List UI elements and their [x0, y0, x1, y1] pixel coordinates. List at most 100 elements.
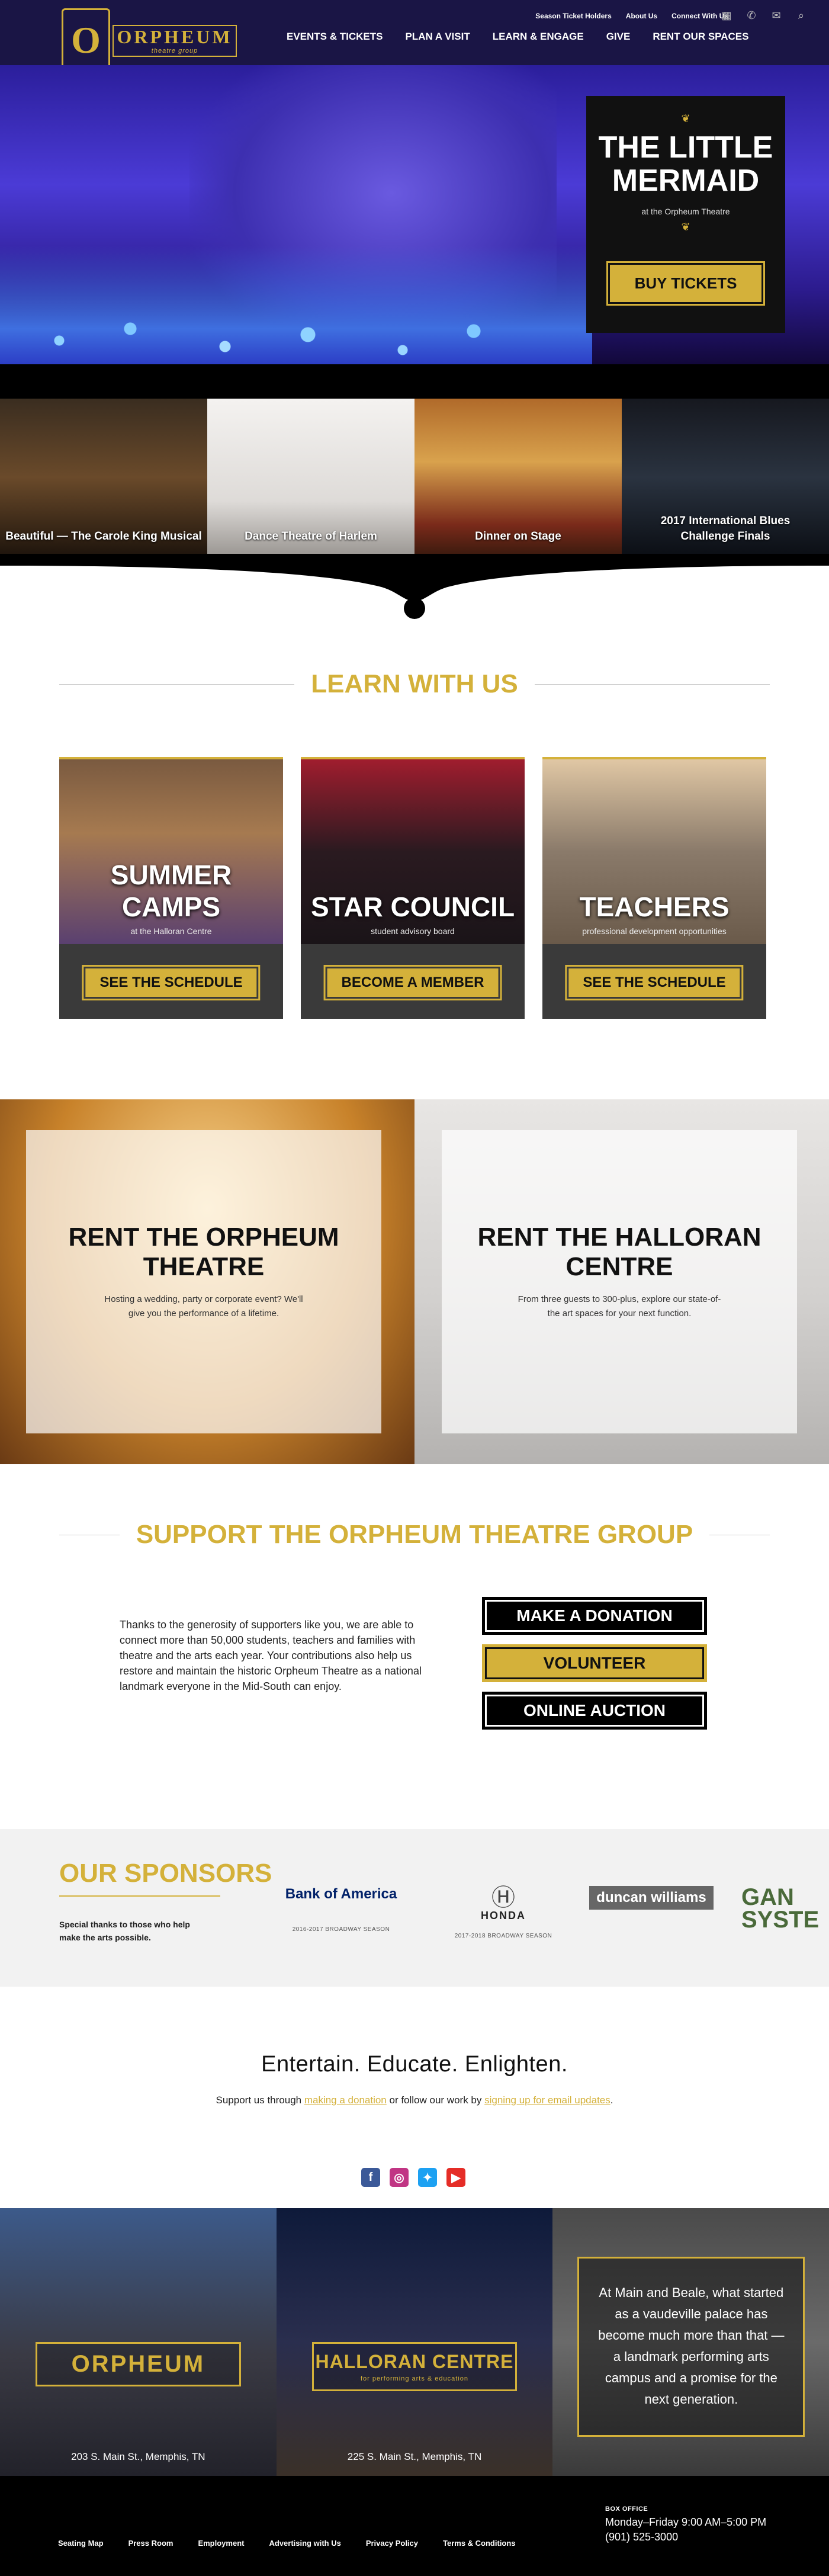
support-buttons: MAKE A DONATION VOLUNTEER ONLINE AUCTION — [482, 1597, 707, 1730]
rent-section: RENT THE ORPHEUM THEATRE Hosting a weddi… — [0, 1099, 829, 1464]
see-schedule-button[interactable]: SEE THE SCHEDULE — [565, 965, 744, 1000]
show-title: Beautiful — The Carole King Musical — [5, 530, 202, 543]
sponsor-logo-duncan-williams[interactable]: duncan williams — [580, 1886, 722, 1910]
rent-halloran-text: From three guests to 300-plus, explore o… — [518, 1294, 721, 1319]
tagline-headline: Entertain. Educate. Enlighten. — [261, 2052, 568, 2077]
nav-give[interactable]: GIVE — [606, 31, 631, 43]
hero-promo-card: ❦ THE LITTLE MERMAID at the Orpheum Thea… — [586, 96, 785, 333]
sponsors-title: OUR SPONSORS — [59, 1859, 272, 1888]
show-title: Dinner on Stage — [475, 530, 561, 543]
logo-badge: O — [62, 8, 110, 72]
rent-panel: RENT THE ORPHEUM THEATRE Hosting a weddi… — [26, 1130, 381, 1433]
honda-h-icon: Ⓗ — [491, 1885, 515, 1911]
hero-title: THE LITTLE MERMAID — [598, 130, 773, 198]
box-office-info: BOX OFFICE Monday–Friday 9:00 AM–5:00 PM… — [605, 2506, 766, 2543]
venue-story-text: At Main and Beale, what started as a vau… — [577, 2257, 805, 2437]
facebook-icon[interactable]: f — [361, 2168, 380, 2187]
rent-panel: RENT THE HALLORAN CENTRE From three gues… — [442, 1130, 797, 1433]
wave-divider — [0, 554, 829, 619]
box-office-label: BOX OFFICE — [605, 2506, 648, 2513]
rent-orpheum-text: Hosting a wedding, party or corporate ev… — [104, 1294, 303, 1319]
sponsor-logo-honda[interactable]: Ⓗ HONDA 2017-2018 BROADWAY SEASON — [432, 1886, 574, 1939]
card-title: TEACHERS — [579, 891, 730, 922]
hero-subtitle: at the Orpheum Theatre — [641, 207, 730, 216]
show-title: 2017 International Blues Challenge Final… — [660, 515, 791, 543]
support-heading: SUPPORT THE ORPHEUM THEATRE GROUP — [0, 1520, 829, 1550]
rent-halloran-title: RENT THE HALLORAN CENTRE — [477, 1223, 761, 1281]
twitter-icon[interactable]: ✦ — [418, 2168, 437, 2187]
search-icon[interactable]: ⌕ — [795, 9, 808, 22]
rent-orpheum-tile[interactable]: RENT THE ORPHEUM THEATRE Hosting a weddi… — [0, 1099, 415, 1464]
venue-halloran-address: 225 S. Main St., Memphis, TN — [347, 2451, 482, 2462]
footer-link-terms[interactable]: Terms & Conditions — [443, 2539, 516, 2548]
footer-link-press-room[interactable]: Press Room — [128, 2539, 173, 2548]
footer-link-advertising[interactable]: Advertising with Us — [269, 2539, 340, 2548]
make-donation-button[interactable]: MAKE A DONATION — [482, 1597, 707, 1635]
card-subtitle: professional development opportunities — [582, 926, 727, 936]
nav-events-tickets[interactable]: EVENTS & TICKETS — [287, 31, 383, 43]
show-tile[interactable]: Dance Theatre of Harlem — [207, 399, 415, 556]
box-office-hours: Monday–Friday 9:00 AM–5:00 PM — [605, 2516, 767, 2528]
buy-tickets-button[interactable]: BUY TICKETS — [606, 261, 766, 306]
making-donation-link[interactable]: making a donation — [304, 2094, 387, 2106]
card-subtitle: student advisory board — [371, 926, 455, 936]
nav-learn-engage[interactable]: LEARN & ENGAGE — [493, 31, 584, 43]
sponsor-logo-gan-systems[interactable]: GAN SYSTE — [741, 1886, 829, 1931]
box-office-phone[interactable]: (901) 525-3000 — [605, 2531, 766, 2543]
show-tile[interactable]: 2017 International Blues Challenge Final… — [622, 399, 829, 556]
support-text: Thanks to the generosity of supporters l… — [120, 1619, 422, 1692]
sponsors-subtitle: Special thanks to those who help make th… — [59, 1920, 190, 1942]
email-signup-link[interactable]: signing up for email updates — [484, 2094, 610, 2106]
sponsors-section: OUR SPONSORS Special thanks to those who… — [0, 1829, 829, 1987]
ornament-icon: ❦ — [681, 221, 690, 233]
see-schedule-button[interactable]: SEE THE SCHEDULE — [82, 965, 261, 1000]
utility-nav: Season Ticket Holders About Us Connect W… — [535, 12, 728, 20]
card-title: STAR COUNCIL — [310, 891, 515, 922]
util-link-season-ticket-holders[interactable]: Season Ticket Holders — [535, 12, 612, 20]
nav-plan-a-visit[interactable]: PLAN A VISIT — [405, 31, 470, 43]
venue-halloran[interactable]: HALLORAN CENTRE for performing arts & ed… — [276, 2208, 553, 2476]
main-nav: EVENTS & TICKETS PLAN A VISIT LEARN & EN… — [287, 31, 748, 43]
card-image: TEACHERS professional development opport… — [542, 759, 766, 944]
learn-cards: SUMMER CAMPS at the Halloran Centre SEE … — [59, 757, 766, 1019]
divider-line — [59, 1895, 220, 1897]
phone-icon[interactable]: ✆ — [745, 9, 758, 22]
show-title: Dance Theatre of Harlem — [245, 530, 377, 543]
rent-halloran-tile[interactable]: RENT THE HALLORAN CENTRE From three gues… — [415, 1099, 829, 1464]
util-link-about-us[interactable]: About Us — [626, 12, 657, 20]
calendar-icon[interactable]: ▦ — [720, 9, 733, 22]
online-auction-button[interactable]: ONLINE AUCTION — [482, 1692, 707, 1730]
venue-orpheum[interactable]: ORPHEUM 203 S. Main St., Memphis, TN — [0, 2208, 277, 2476]
orpheum-logo[interactable]: O ORPHEUM theatre group — [62, 8, 237, 72]
shows-strip: Beautiful — The Carole King Musical Danc… — [0, 364, 829, 556]
venues-section: ORPHEUM 203 S. Main St., Memphis, TN HAL… — [0, 2208, 829, 2476]
site-footer: Seating Map Press Room Employment Advert… — [0, 2476, 829, 2576]
social-links: f ◎ ✦ ▶ — [361, 2168, 465, 2187]
nav-rent-our-spaces[interactable]: RENT OUR SPACES — [653, 31, 748, 43]
sponsor-logo-bank-of-america[interactable]: Bank of America 2016-2017 BROADWAY SEASO… — [270, 1886, 412, 1933]
learn-card-summer-camps: SUMMER CAMPS at the Halloran Centre SEE … — [59, 757, 283, 1019]
venue-story: At Main and Beale, what started as a vau… — [552, 2208, 829, 2476]
utility-icons: ▦ ✆ ✉ ⌕ — [720, 9, 808, 22]
footer-links: Seating Map Press Room Employment Advert… — [58, 2539, 516, 2548]
learn-card-star-council: STAR COUNCIL student advisory board BECO… — [301, 757, 525, 1019]
become-member-button[interactable]: BECOME A MEMBER — [323, 965, 502, 1000]
tagline-subtext: Support us through making a donation or … — [216, 2094, 613, 2106]
rent-orpheum-title: RENT THE ORPHEUM THEATRE — [68, 1223, 339, 1281]
volunteer-button[interactable]: VOLUNTEER — [482, 1644, 707, 1682]
instagram-icon[interactable]: ◎ — [390, 2168, 409, 2187]
footer-link-seating-map[interactable]: Seating Map — [58, 2539, 104, 2548]
footer-link-employment[interactable]: Employment — [198, 2539, 244, 2548]
card-title: SUMMER CAMPS — [110, 859, 232, 922]
card-subtitle: at the Halloran Centre — [130, 926, 212, 936]
show-tile[interactable]: Dinner on Stage — [415, 399, 622, 556]
learn-card-teachers: TEACHERS professional development opport… — [542, 757, 766, 1019]
venue-orpheum-address: 203 S. Main St., Memphis, TN — [71, 2451, 205, 2462]
venue-orpheum-name: ORPHEUM — [36, 2342, 241, 2386]
footer-link-privacy-policy[interactable]: Privacy Policy — [366, 2539, 418, 2548]
hero-banner: ❦ THE LITTLE MERMAID at the Orpheum Thea… — [0, 65, 829, 364]
show-tile[interactable]: Beautiful — The Carole King Musical — [0, 399, 207, 556]
youtube-icon[interactable]: ▶ — [446, 2168, 465, 2187]
mail-icon[interactable]: ✉ — [770, 9, 783, 22]
card-image: SUMMER CAMPS at the Halloran Centre — [59, 759, 283, 944]
